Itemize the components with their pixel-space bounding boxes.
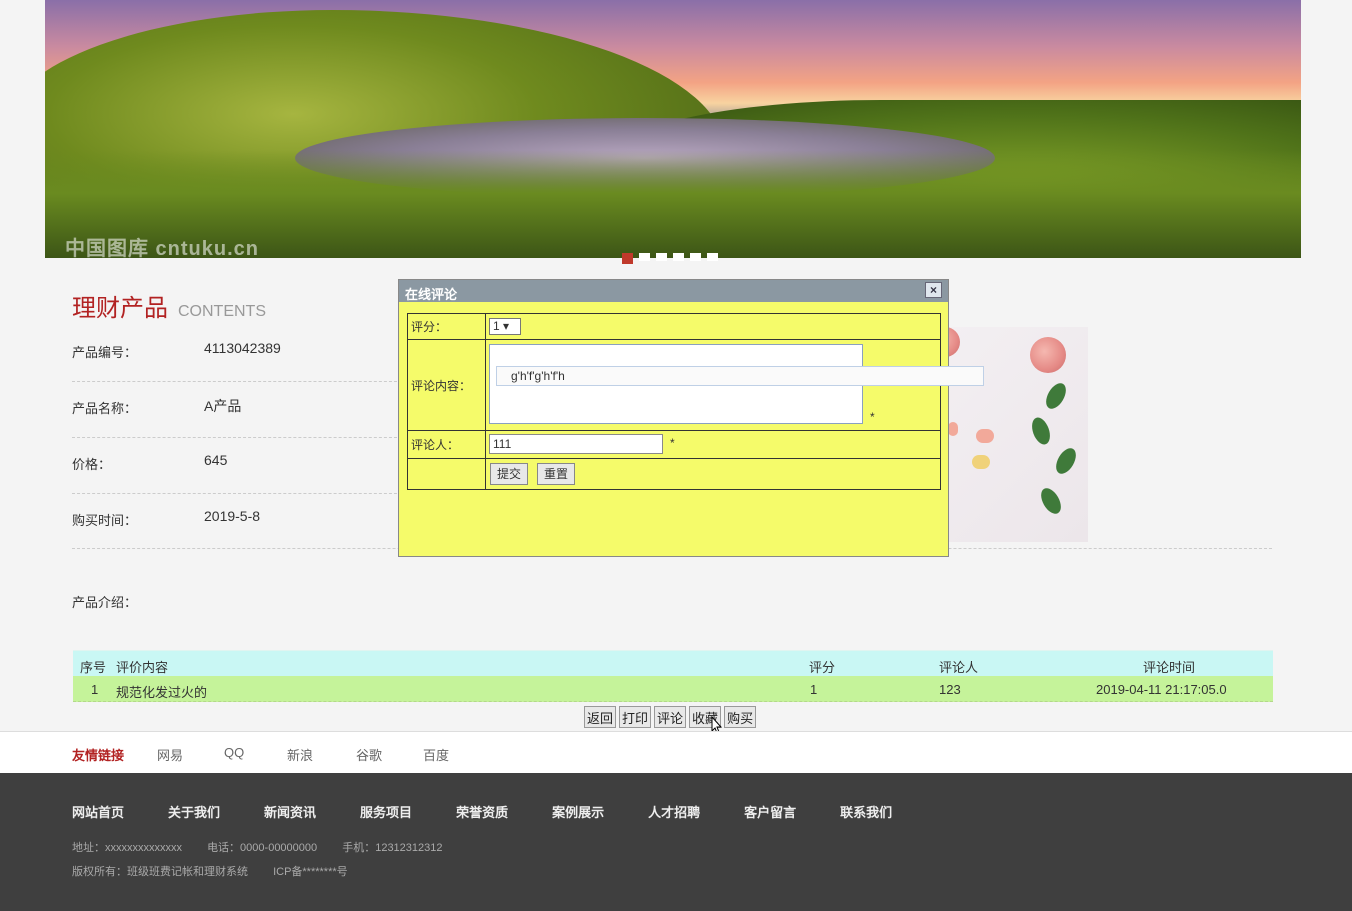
footer-nav-item[interactable]: 服务项目 bbox=[360, 802, 412, 821]
footer-nav-item[interactable]: 案例展示 bbox=[552, 802, 604, 821]
col-reviewer: 评论人 bbox=[939, 660, 979, 675]
comment-button[interactable]: 评论 bbox=[654, 706, 687, 728]
field-label: 产品编号： bbox=[72, 345, 138, 360]
footer-address: 地址：xxxxxxxxxxxxxx bbox=[72, 842, 182, 854]
footer-nav-item[interactable]: 客户留言 bbox=[744, 802, 796, 821]
section-title-en: CONTENTS bbox=[178, 303, 266, 320]
footer-nav-item[interactable]: 荣誉资质 bbox=[456, 802, 508, 821]
friend-link[interactable]: 谷歌 bbox=[356, 745, 382, 764]
dialog-title-bar: 在线评论 × bbox=[399, 280, 948, 302]
reviewer-input[interactable]: 111 bbox=[489, 434, 663, 454]
banner-dot[interactable] bbox=[622, 253, 633, 264]
comment-dialog: 在线评论 × 评分： 1 ▾ 评论内容： g'h'f'g'h'f'h * 评论人… bbox=[398, 279, 984, 557]
field-value: 2019-5-8 bbox=[204, 508, 261, 524]
banner-dot[interactable] bbox=[707, 253, 718, 261]
section-title: 理财产品 CONTENTS bbox=[72, 288, 266, 323]
back-button[interactable]: 返回 bbox=[584, 706, 617, 728]
content-label: 评论内容： bbox=[408, 340, 486, 430]
ime-candidate-bar: g'h'f'g'h'f'h bbox=[496, 366, 984, 386]
close-icon[interactable]: × bbox=[925, 282, 942, 298]
action-bar: 返回 打印 评论 收藏 购买 bbox=[584, 706, 757, 728]
info-row-id: 产品编号： 4113042389 bbox=[72, 326, 402, 382]
comment-form: 评分： 1 ▾ 评论内容： g'h'f'g'h'f'h * 评论人： 111 *… bbox=[407, 313, 984, 490]
footer-nav-item[interactable]: 新闻资讯 bbox=[264, 802, 316, 821]
banner-dot[interactable] bbox=[673, 253, 684, 261]
banner-watermark: 中国图库 cntuku.cn bbox=[65, 238, 260, 258]
banner-dot[interactable] bbox=[639, 253, 650, 261]
friend-links-title: 友情链接 bbox=[72, 748, 125, 763]
form-row-content: 评论内容： g'h'f'g'h'f'h * bbox=[408, 340, 984, 431]
product-image bbox=[948, 327, 1088, 542]
field-value: A产品 bbox=[204, 398, 242, 414]
cell-score: 1 bbox=[810, 682, 818, 697]
field-label: 产品名称： bbox=[72, 401, 138, 416]
score-label: 评分： bbox=[408, 314, 486, 339]
required-mark: * bbox=[670, 436, 675, 450]
banner-image: 中国图库 cntuku.cn bbox=[45, 0, 1301, 258]
form-row-score: 评分： 1 ▾ bbox=[408, 314, 940, 340]
print-button[interactable]: 打印 bbox=[619, 706, 652, 728]
reviewer-label: 评论人： bbox=[408, 431, 486, 458]
product-intro-label: 产品介绍： bbox=[72, 595, 138, 610]
footer-nav-item[interactable]: 联系我们 bbox=[840, 802, 892, 821]
cell-reviewer: 123 bbox=[939, 682, 961, 697]
footer-nav: 网站首页 关于我们 新闻资讯 服务项目 荣誉资质 案例展示 人才招聘 客户留言 … bbox=[72, 802, 936, 821]
friend-link[interactable]: 网易 bbox=[157, 745, 183, 764]
field-value: 4113042389 bbox=[204, 340, 281, 356]
submit-button[interactable]: 提交 bbox=[490, 463, 529, 485]
banner-pagination bbox=[622, 253, 718, 264]
footer-phone: 电话：0000-00000000 bbox=[207, 842, 318, 854]
col-time: 评论时间 bbox=[1143, 660, 1196, 675]
cell-time: 2019-04-11 21:17:05.0 bbox=[1096, 682, 1227, 697]
form-row-buttons: 提交 重置 bbox=[408, 459, 940, 489]
required-mark: * bbox=[870, 410, 875, 424]
dialog-title: 在线评论 bbox=[405, 287, 458, 302]
banner-dot[interactable] bbox=[690, 253, 701, 261]
friend-links-bar: 友情链接 网易 QQ 新浪 谷歌 百度 bbox=[0, 731, 1352, 773]
footer-copyright: 版权所有：班级班费记帐和理财系统 bbox=[72, 866, 248, 878]
field-label: 购买时间： bbox=[72, 513, 138, 528]
buy-button[interactable]: 购买 bbox=[724, 706, 757, 728]
footer-mobile: 手机：12312312312 bbox=[342, 842, 443, 854]
friend-link[interactable]: 百度 bbox=[423, 745, 449, 764]
friend-link[interactable]: QQ bbox=[224, 745, 244, 760]
footer-nav-item[interactable]: 人才招聘 bbox=[648, 802, 700, 821]
field-value: 645 bbox=[204, 452, 228, 468]
footer-copyright-line: 版权所有：班级班费记帐和理财系统 ICP备********号 bbox=[72, 863, 370, 879]
table-row: 1 规范化发过火的 1 123 2019-04-11 21:17:05.0 bbox=[73, 676, 1273, 702]
form-row-reviewer: 评论人： 111 * bbox=[408, 431, 940, 459]
footer-nav-item[interactable]: 关于我们 bbox=[168, 802, 220, 821]
cell-content: 规范化发过火的 bbox=[116, 685, 208, 700]
info-row-name: 产品名称： A产品 bbox=[72, 382, 402, 438]
reset-button[interactable]: 重置 bbox=[537, 463, 576, 485]
info-row-price: 价格： 645 bbox=[72, 438, 402, 494]
cell-index: 1 bbox=[91, 682, 99, 697]
footer-nav-item[interactable]: 网站首页 bbox=[72, 802, 124, 821]
col-score: 评分 bbox=[809, 660, 836, 675]
col-content: 评价内容 bbox=[116, 660, 169, 675]
field-label: 价格： bbox=[72, 457, 112, 472]
table-header: 序号 评价内容 评分 评论人 评论时间 bbox=[73, 650, 1273, 676]
footer-icp: ICP备********号 bbox=[273, 866, 348, 878]
col-index: 序号 bbox=[80, 660, 107, 675]
banner-dot[interactable] bbox=[656, 253, 667, 261]
score-select[interactable]: 1 ▾ bbox=[489, 318, 521, 335]
footer: 网站首页 关于我们 新闻资讯 服务项目 荣誉资质 案例展示 人才招聘 客户留言 … bbox=[0, 773, 1352, 911]
section-title-cn: 理财产品 bbox=[72, 295, 168, 322]
reviews-table: 序号 评价内容 评分 评论人 评论时间 1 规范化发过火的 1 123 2019… bbox=[73, 650, 1273, 702]
info-row-purchase-time: 购买时间： 2019-5-8 bbox=[72, 494, 402, 550]
footer-contact: 地址：xxxxxxxxxxxxxx 电话：0000-00000000 手机：12… bbox=[72, 839, 465, 855]
friend-link[interactable]: 新浪 bbox=[287, 745, 313, 764]
